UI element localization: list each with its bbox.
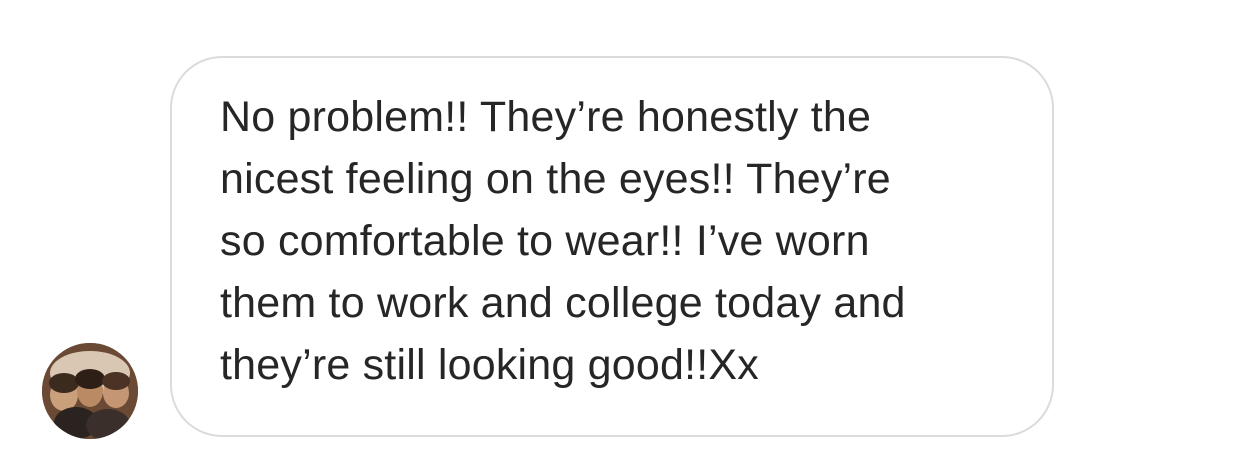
sender-avatar[interactable] [42,343,138,439]
message-text: No problem!! They’re honestly the nicest… [220,93,906,389]
avatar-photo-icon [42,343,138,439]
received-message-bubble[interactable]: No problem!! They’re honestly the nicest… [170,56,1054,437]
message-thread: No problem!! They’re honestly the nicest… [0,0,1242,466]
